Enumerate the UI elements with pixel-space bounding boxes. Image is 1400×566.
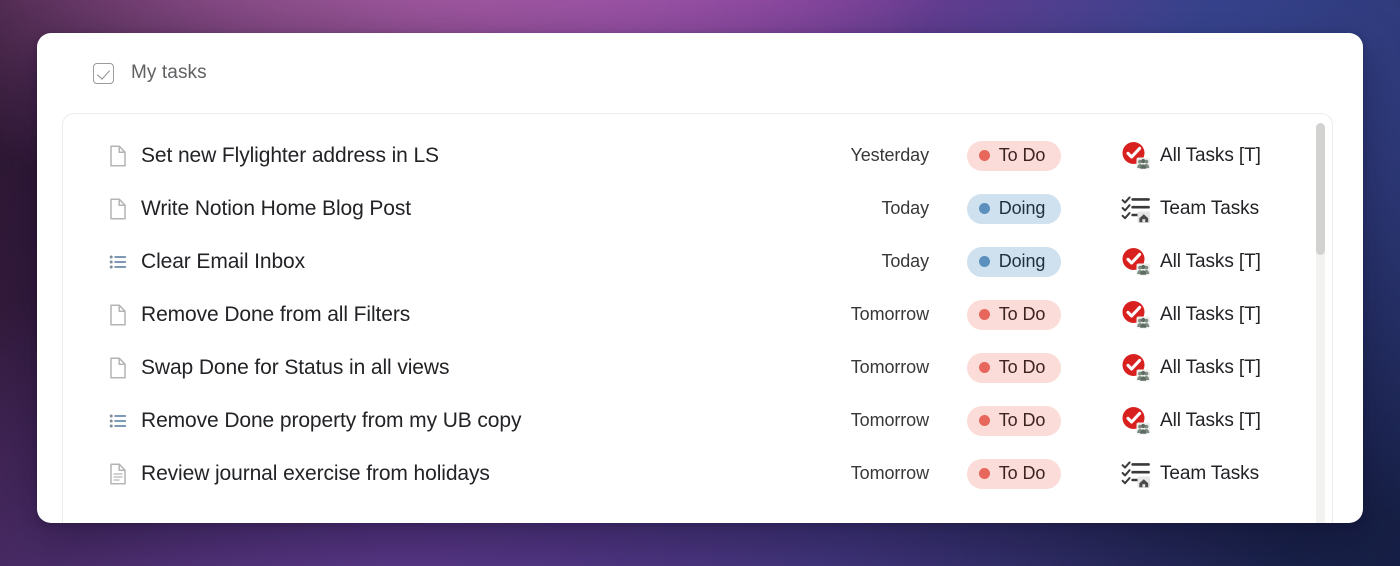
task-title: Remove Done from all Filters [141, 302, 411, 326]
database-label: All Tasks [T] [1160, 250, 1261, 272]
task-source-database[interactable]: All Tasks [T] [1099, 247, 1295, 277]
task-title: Review journal exercise from holidays [141, 461, 490, 485]
task-due-date: Tomorrow [850, 410, 929, 430]
page-title: My tasks [131, 62, 207, 83]
task-due-date: Today [881, 251, 929, 271]
database-label: All Tasks [T] [1160, 409, 1261, 431]
red-check-people-icon [1121, 406, 1151, 436]
database-label: Team Tasks [1160, 462, 1259, 484]
task-due-date: Tomorrow [850, 357, 929, 377]
status-label: To Do [998, 463, 1046, 483]
status-label: To Do [998, 410, 1046, 430]
page-icon [108, 145, 128, 167]
task-row-main[interactable]: Swap Done for Status in all views [108, 356, 733, 380]
task-row[interactable]: Clear Email Inbox Today Doing All Tasks … [63, 235, 1303, 288]
task-status-cell[interactable]: Doing [929, 246, 1099, 277]
task-row-main[interactable]: Write Notion Home Blog Post [108, 197, 733, 221]
status-label: To Do [998, 304, 1046, 324]
task-rows: Set new Flylighter address in LS Yesterd… [63, 114, 1303, 500]
task-status-cell[interactable]: To Do [929, 405, 1099, 436]
database-label: All Tasks [T] [1160, 144, 1261, 166]
task-status-cell[interactable]: To Do [929, 299, 1099, 330]
database-label: All Tasks [T] [1160, 303, 1261, 325]
status-badge[interactable]: To Do [966, 352, 1062, 383]
task-due-date: Yesterday [850, 145, 930, 165]
list-icon [108, 251, 128, 273]
task-source-database[interactable]: Team Tasks [1099, 459, 1295, 489]
checklist-home-icon [1121, 459, 1151, 489]
status-badge[interactable]: To Do [966, 458, 1062, 489]
database-label: Team Tasks [1160, 197, 1259, 219]
task-list-panel: Set new Flylighter address in LS Yesterd… [62, 113, 1333, 523]
status-label: Doing [998, 251, 1046, 271]
task-row[interactable]: Write Notion Home Blog Post Today Doing … [63, 182, 1303, 235]
my-tasks-card: My tasks Set new Flylighter address in L… [37, 33, 1363, 523]
status-dot-icon [978, 415, 990, 426]
database-label: All Tasks [T] [1160, 356, 1261, 378]
task-row[interactable]: Review journal exercise from holidays To… [63, 447, 1303, 500]
status-dot-icon [978, 468, 990, 479]
task-source-database[interactable]: All Tasks [T] [1099, 353, 1295, 383]
task-due-date: Tomorrow [850, 463, 929, 483]
red-check-people-icon [1121, 247, 1151, 277]
task-row-main[interactable]: Review journal exercise from holidays [108, 462, 733, 486]
status-badge[interactable]: To Do [966, 405, 1062, 436]
task-status-cell[interactable]: Doing [929, 193, 1099, 224]
task-due-date: Today [881, 198, 929, 218]
task-due-date: Tomorrow [850, 304, 929, 324]
task-source-database[interactable]: Team Tasks [1099, 194, 1295, 224]
task-status-cell[interactable]: To Do [929, 458, 1099, 489]
card-header: My tasks [37, 33, 1363, 113]
task-title: Set new Flylighter address in LS [141, 143, 439, 167]
task-row[interactable]: Remove Done property from my UB copy Tom… [63, 394, 1303, 447]
task-source-database[interactable]: All Tasks [T] [1099, 141, 1295, 171]
task-row-main[interactable]: Set new Flylighter address in LS [108, 144, 733, 168]
status-dot-icon [978, 256, 990, 267]
list-icon [108, 410, 128, 432]
task-source-database[interactable]: All Tasks [T] [1099, 300, 1295, 330]
status-badge[interactable]: Doing [966, 246, 1062, 277]
task-row[interactable]: Set new Flylighter address in LS Yesterd… [63, 129, 1303, 182]
task-status-cell[interactable]: To Do [929, 352, 1099, 383]
status-label: To Do [998, 357, 1046, 377]
red-check-people-icon [1121, 141, 1151, 171]
status-dot-icon [978, 309, 990, 320]
task-title: Swap Done for Status in all views [141, 355, 450, 379]
task-title: Clear Email Inbox [141, 249, 306, 273]
task-row[interactable]: Remove Done from all Filters Tomorrow To… [63, 288, 1303, 341]
page-icon [108, 304, 128, 326]
task-status-cell[interactable]: To Do [929, 140, 1099, 171]
task-source-database[interactable]: All Tasks [T] [1099, 406, 1295, 436]
task-title: Write Notion Home Blog Post [141, 196, 412, 220]
red-check-people-icon [1121, 353, 1151, 383]
scrollbar-thumb[interactable] [1316, 123, 1325, 255]
task-row-main[interactable]: Remove Done from all Filters [108, 303, 733, 327]
page-icon [108, 357, 128, 379]
task-title: Remove Done property from my UB copy [141, 408, 522, 432]
status-badge[interactable]: Doing [966, 193, 1062, 224]
status-badge[interactable]: To Do [966, 140, 1062, 171]
vertical-scrollbar[interactable] [1316, 123, 1325, 523]
status-dot-icon [978, 362, 990, 373]
checkbox-checked-icon [93, 62, 114, 84]
task-row[interactable]: Swap Done for Status in all views Tomorr… [63, 341, 1303, 394]
status-dot-icon [978, 150, 990, 161]
status-dot-icon [978, 203, 990, 214]
task-row-main[interactable]: Clear Email Inbox [108, 250, 733, 274]
checklist-home-icon [1121, 194, 1151, 224]
status-badge[interactable]: To Do [966, 299, 1062, 330]
page-icon [108, 198, 128, 220]
page-text-icon [108, 463, 128, 485]
task-row-main[interactable]: Remove Done property from my UB copy [108, 409, 733, 433]
status-label: To Do [998, 145, 1046, 165]
red-check-people-icon [1121, 300, 1151, 330]
status-label: Doing [998, 198, 1046, 218]
